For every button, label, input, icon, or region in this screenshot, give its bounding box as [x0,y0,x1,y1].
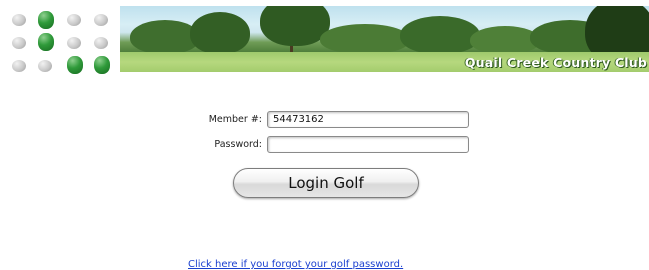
logo-dot [12,14,26,26]
club-name: Quail Creek Country Club [464,55,647,70]
logo-dot-green [94,56,110,74]
forgot-password-link[interactable]: Click here if you forgot your golf passw… [188,259,403,270]
club-logo [12,10,116,76]
logo-dot [12,37,26,49]
logo-dot-green [67,56,83,74]
banner-tree [320,24,410,54]
banner-tree [190,12,250,54]
logo-dot-green [38,33,54,51]
logo-dot [67,37,81,49]
member-number-input[interactable] [267,111,469,128]
banner-tree [400,16,480,54]
header-banner: Quail Creek Country Club [120,6,649,72]
logo-dot [12,60,26,72]
logo-dot [38,60,52,72]
logo-dot [94,37,108,49]
logo-dot [67,14,81,26]
logo-dot-green [38,11,54,29]
member-number-label: Member #: [208,114,262,125]
password-input[interactable] [267,136,469,153]
login-golf-button[interactable]: Login Golf [233,168,419,198]
logo-dot [94,14,108,26]
password-label: Password: [214,139,262,150]
